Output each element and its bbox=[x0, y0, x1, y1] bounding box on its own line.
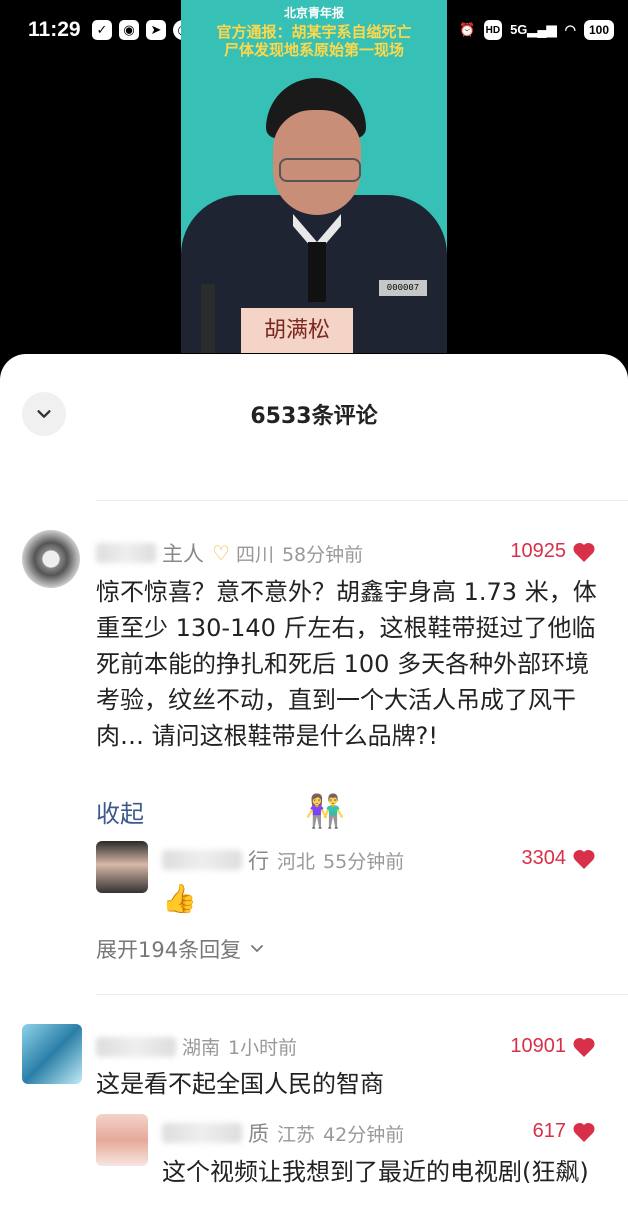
reply-avatar[interactable] bbox=[96, 841, 148, 893]
officer-tie bbox=[308, 242, 326, 302]
officer-glasses bbox=[279, 158, 361, 182]
notification-icons: ✓ ◉ ➤ ◔ bbox=[92, 20, 193, 40]
username-blurred bbox=[162, 850, 242, 870]
like-count: 3304 bbox=[521, 847, 567, 869]
heart-icon bbox=[573, 1037, 595, 1057]
vip-badge-icon: ♡ bbox=[212, 541, 230, 565]
headline-line-1: 官方通报：胡某宇系自缢死亡 bbox=[216, 23, 412, 41]
region: 湖南 bbox=[182, 1037, 221, 1059]
collapse-comment-link[interactable]: 收起 bbox=[96, 794, 144, 829]
avatar[interactable] bbox=[22, 1024, 82, 1084]
comment-meta: 湖南 1小时前 bbox=[96, 1033, 297, 1060]
watermark-figures-icon: 👫 bbox=[305, 792, 345, 830]
like-count: 10925 bbox=[510, 540, 566, 562]
status-time: 11:29 bbox=[28, 18, 81, 41]
alarm-icon: ⏰ bbox=[459, 22, 476, 37]
region: 河北 bbox=[277, 850, 316, 873]
chevron-down-icon bbox=[251, 945, 263, 953]
status-right: ⏰ HD 5G▂▄▆ ◠ 100 bbox=[459, 20, 614, 40]
heart-icon bbox=[573, 542, 595, 562]
thumbs-up-icon: 👍 bbox=[162, 882, 197, 915]
like-button[interactable]: 10925 bbox=[510, 540, 596, 563]
divider bbox=[96, 994, 628, 995]
headline-line-2: 尸体发现地系原始第一现场 bbox=[223, 41, 404, 59]
region: 江苏 bbox=[277, 1123, 316, 1146]
username[interactable]: 主人 bbox=[162, 538, 204, 568]
signal-icon: 5G▂▄▆ bbox=[510, 22, 557, 37]
avatar[interactable] bbox=[22, 530, 80, 588]
like-count: 10901 bbox=[510, 1035, 566, 1057]
video-player[interactable]: 000007 胡满松 北京青年报 官方通报：胡某宇系自缢死亡 尸体发现地系原始第… bbox=[181, 0, 447, 353]
hd-icon: HD bbox=[483, 20, 503, 40]
telegram-icon: ➤ bbox=[146, 20, 166, 40]
reply-like-button[interactable]: 3304 bbox=[522, 847, 597, 870]
reply-meta: 质 江苏 42分钟前 bbox=[162, 1118, 404, 1148]
username-blurred bbox=[96, 543, 156, 563]
reply-username[interactable]: 质 bbox=[248, 1118, 269, 1148]
battery-icon: 100 bbox=[583, 20, 614, 40]
timestamp: 42分钟前 bbox=[323, 1123, 405, 1146]
check-icon: ✓ bbox=[92, 20, 112, 40]
police-badge-number: 000007 bbox=[379, 280, 427, 296]
comment-count-title: 6533条评论 bbox=[250, 404, 378, 429]
wifi-icon: ◠ bbox=[564, 22, 576, 37]
comment-meta: 主人 ♡ 四川 58分钟前 bbox=[96, 538, 363, 568]
reply-like-button[interactable]: 617 bbox=[533, 1120, 596, 1143]
expand-replies-button[interactable]: 展开194条回复 bbox=[96, 934, 265, 964]
reply-meta: 行 河北 55分钟前 bbox=[162, 845, 404, 875]
username-blurred bbox=[96, 1036, 176, 1057]
timestamp: 58分钟前 bbox=[281, 543, 364, 566]
like-count: 617 bbox=[532, 1120, 566, 1142]
reply-text: 这个视频让我想到了最近的电视剧(狂飙) bbox=[162, 1158, 589, 1186]
heart-icon bbox=[573, 1122, 595, 1142]
region: 四川 bbox=[235, 543, 274, 566]
timestamp: 1小时前 bbox=[228, 1037, 298, 1059]
timestamp: 55分钟前 bbox=[323, 850, 405, 873]
username-blurred bbox=[162, 1123, 242, 1143]
heart-icon bbox=[573, 849, 595, 869]
divider bbox=[96, 500, 628, 501]
reply-username[interactable]: 行 bbox=[248, 845, 269, 875]
news-logo: 北京青年报 bbox=[283, 6, 344, 20]
app-icon: ◉ bbox=[119, 20, 139, 40]
video-headline: 北京青年报 官方通报：胡某宇系自缢死亡 尸体发现地系原始第一现场 bbox=[181, 4, 447, 59]
like-button[interactable]: 10901 bbox=[510, 1035, 596, 1058]
comment-text: 这是看不起全国人民的智商 bbox=[96, 1070, 384, 1098]
reply-avatar[interactable] bbox=[96, 1114, 148, 1166]
microphone bbox=[201, 284, 215, 353]
nameplate: 胡满松 bbox=[241, 308, 353, 353]
comment-text: 惊不惊喜？意不意外？胡鑫宇身高 1.73 米，体重至少 130-140 斤左右，… bbox=[96, 578, 597, 750]
expand-replies-label: 展开194条回复 bbox=[96, 938, 242, 962]
